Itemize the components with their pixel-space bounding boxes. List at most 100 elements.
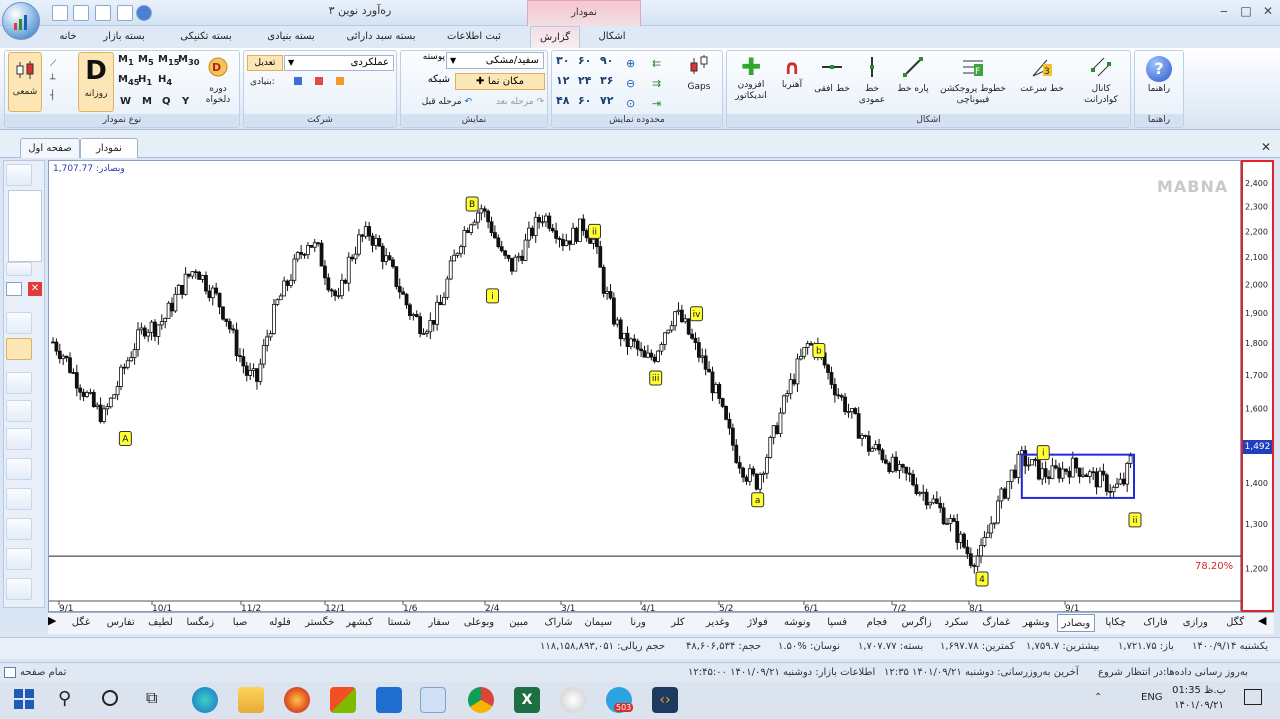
candlestick-chart[interactable]: ABiiiiiiivab4iii 9/1 10/1 11/2 12/1 1/6 2/4 3/…: [49, 161, 1242, 613]
toolbar-checkbox[interactable]: [6, 282, 22, 296]
zoom-in-icon[interactable]: ⊕: [626, 54, 646, 74]
tab-home[interactable]: خانه: [48, 26, 88, 48]
symbol-tab[interactable]: ونوشه: [778, 614, 816, 632]
range-btn[interactable]: ۹۰: [600, 54, 613, 67]
symbol-tab[interactable]: فولاژ: [739, 614, 777, 632]
symbol-tab[interactable]: وبصادر: [1057, 614, 1095, 632]
help-button[interactable]: ? راهنما: [1138, 56, 1180, 112]
symbol-tab[interactable]: شاراک: [540, 614, 578, 632]
range-btn[interactable]: ۳۰: [556, 54, 569, 67]
add-indicator-button[interactable]: ✚ افزودن اندیکاتور: [730, 55, 772, 112]
symbol-tab[interactable]: غگل: [62, 614, 100, 632]
tab-report[interactable]: گزارش: [530, 26, 580, 48]
symbol-tab[interactable]: کلر: [659, 614, 697, 632]
symbol-tab[interactable]: فاراک: [1137, 614, 1175, 632]
print-preview-icon[interactable]: [95, 5, 111, 21]
symbol-tab[interactable]: غمارگ: [977, 614, 1015, 632]
symbol-tab[interactable]: سیمان: [579, 614, 617, 632]
symbol-tab[interactable]: مبین: [500, 614, 538, 632]
delete-drawing-icon[interactable]: ✕: [28, 282, 42, 296]
symbol-scroll-right-icon[interactable]: ▶: [48, 614, 62, 627]
scroll-down-icon[interactable]: [6, 262, 32, 276]
rahavard-app-icon[interactable]: [420, 687, 446, 713]
adjust-button[interactable]: تعدیل: [247, 55, 283, 71]
print-icon[interactable]: [73, 5, 89, 21]
interval-5m[interactable]: M5: [138, 54, 154, 67]
zoom-out-icon[interactable]: ⊖: [626, 74, 646, 94]
symbol-tab[interactable]: سفار: [420, 614, 458, 632]
toolbar-tool-4-icon[interactable]: [6, 400, 32, 422]
toolbar-tool-10-icon[interactable]: [6, 578, 32, 600]
symbol-tab[interactable]: فجام: [858, 614, 896, 632]
edge-icon[interactable]: [192, 687, 218, 713]
vertical-line-button[interactable]: خط عمودی: [854, 56, 890, 112]
tab-shapes[interactable]: اشکال: [586, 26, 638, 48]
paint-icon[interactable]: [560, 687, 586, 713]
symbol-tab[interactable]: فسپا: [818, 614, 856, 632]
tab-chart-document[interactable]: نمودار: [80, 138, 138, 158]
fundamental-blue-icon[interactable]: [294, 77, 302, 85]
fibonacci-button[interactable]: F خطوط پروجکشن فیبوناچی: [936, 56, 1010, 112]
symbol-tab[interactable]: خگستر: [301, 614, 339, 632]
symbol-tab[interactable]: کبشهر: [341, 614, 379, 632]
code-editor-icon[interactable]: ‹›: [652, 687, 678, 713]
bar-chart-icon[interactable]: ┴: [50, 72, 64, 88]
symbol-tab[interactable]: صبا: [221, 614, 259, 632]
period-yearly[interactable]: Y: [182, 96, 189, 107]
file-explorer-icon[interactable]: [238, 687, 264, 713]
prev-step-button[interactable]: مرحله قبل ↶: [404, 97, 472, 107]
notifications-icon[interactable]: [1244, 689, 1262, 705]
image-icon[interactable]: [117, 5, 133, 21]
range-btn[interactable]: ۱۲: [556, 74, 569, 87]
ohlc-chart-icon[interactable]: ┤: [50, 88, 64, 104]
app-menu-button[interactable]: [2, 2, 40, 40]
period-weekly[interactable]: W: [120, 96, 131, 107]
symbol-tab[interactable]: وبشهر: [1017, 614, 1055, 632]
close-button[interactable]: ✕: [1258, 2, 1278, 20]
tab-fundamental-package[interactable]: بسته بنیادی: [256, 26, 326, 48]
tray-chevron-icon[interactable]: ⌃: [1094, 692, 1102, 703]
tab-technical-package[interactable]: بسته تکنیکی: [168, 26, 244, 48]
toolbar-tool-3-icon[interactable]: [6, 372, 32, 394]
segment-button[interactable]: پاره خط: [894, 56, 932, 112]
fundamental-orange-icon[interactable]: [336, 77, 344, 85]
toolbar-tool-8-icon[interactable]: [6, 518, 32, 540]
search-icon[interactable]: ⚲: [58, 688, 71, 709]
firefox-icon[interactable]: [284, 687, 310, 713]
toolbar-tool-9-icon[interactable]: [6, 548, 32, 570]
tab-portfolio-package[interactable]: بسته سبد دارائی: [338, 26, 424, 48]
symbol-tab[interactable]: فلوله: [261, 614, 299, 632]
cursor-button[interactable]: ✚ مکان نما: [455, 73, 545, 90]
range-btn[interactable]: ۷۲: [600, 94, 613, 107]
interval-4h[interactable]: H4: [158, 74, 172, 87]
symbol-tab[interactable]: وغدیر: [699, 614, 737, 632]
symbol-scroll-left-icon[interactable]: ◀: [1258, 614, 1272, 627]
tab-data-entry[interactable]: ثبت اطلاعات: [436, 26, 512, 48]
daily-period-button[interactable]: D روزانه: [78, 52, 114, 112]
range-btn[interactable]: ۶۰: [578, 54, 591, 67]
toolbar-tool-1-icon[interactable]: [6, 312, 32, 334]
symbol-tab[interactable]: سکرد: [938, 614, 976, 632]
tab-first-page[interactable]: صفحه اول: [20, 138, 80, 158]
chart-style-icons[interactable]: ⟋ ┴ ┤: [50, 56, 64, 106]
toolbar-tool-2-icon[interactable]: [6, 338, 32, 360]
minimize-button[interactable]: ‒: [1214, 2, 1234, 20]
zoom-reset-icon[interactable]: ⊙: [626, 94, 646, 114]
skin-dropdown[interactable]: سفید/مشکی ▼: [446, 52, 544, 69]
cortana-icon[interactable]: [102, 690, 118, 706]
symbol-tab[interactable]: زاگرس: [898, 614, 936, 632]
save-icon[interactable]: [52, 5, 68, 21]
toolbar-tool-6-icon[interactable]: [6, 458, 32, 480]
fundamental-red-icon[interactable]: [315, 77, 323, 85]
company-dropdown[interactable]: عملکردی ▼: [284, 55, 394, 71]
interval-45m[interactable]: M45: [118, 74, 140, 87]
horizontal-line-button[interactable]: خط افقی: [814, 56, 850, 112]
toolbar-tool-5-icon[interactable]: [6, 428, 32, 450]
quadrant-channel-button[interactable]: کانال کوادرانت: [1074, 56, 1128, 112]
line-chart-icon[interactable]: ⟋: [50, 56, 64, 72]
symbol-tab[interactable]: تفارس: [102, 614, 140, 632]
symbol-tab[interactable]: شستا: [380, 614, 418, 632]
chart-area[interactable]: A Bi ii iii iv a b 4 i ii 9/1 10/1 11/2 12/1 1/6 2/4 3/…: [48, 160, 1242, 613]
chrome-icon[interactable]: [468, 687, 494, 713]
scroll-left-icon[interactable]: ⇇: [652, 54, 672, 74]
